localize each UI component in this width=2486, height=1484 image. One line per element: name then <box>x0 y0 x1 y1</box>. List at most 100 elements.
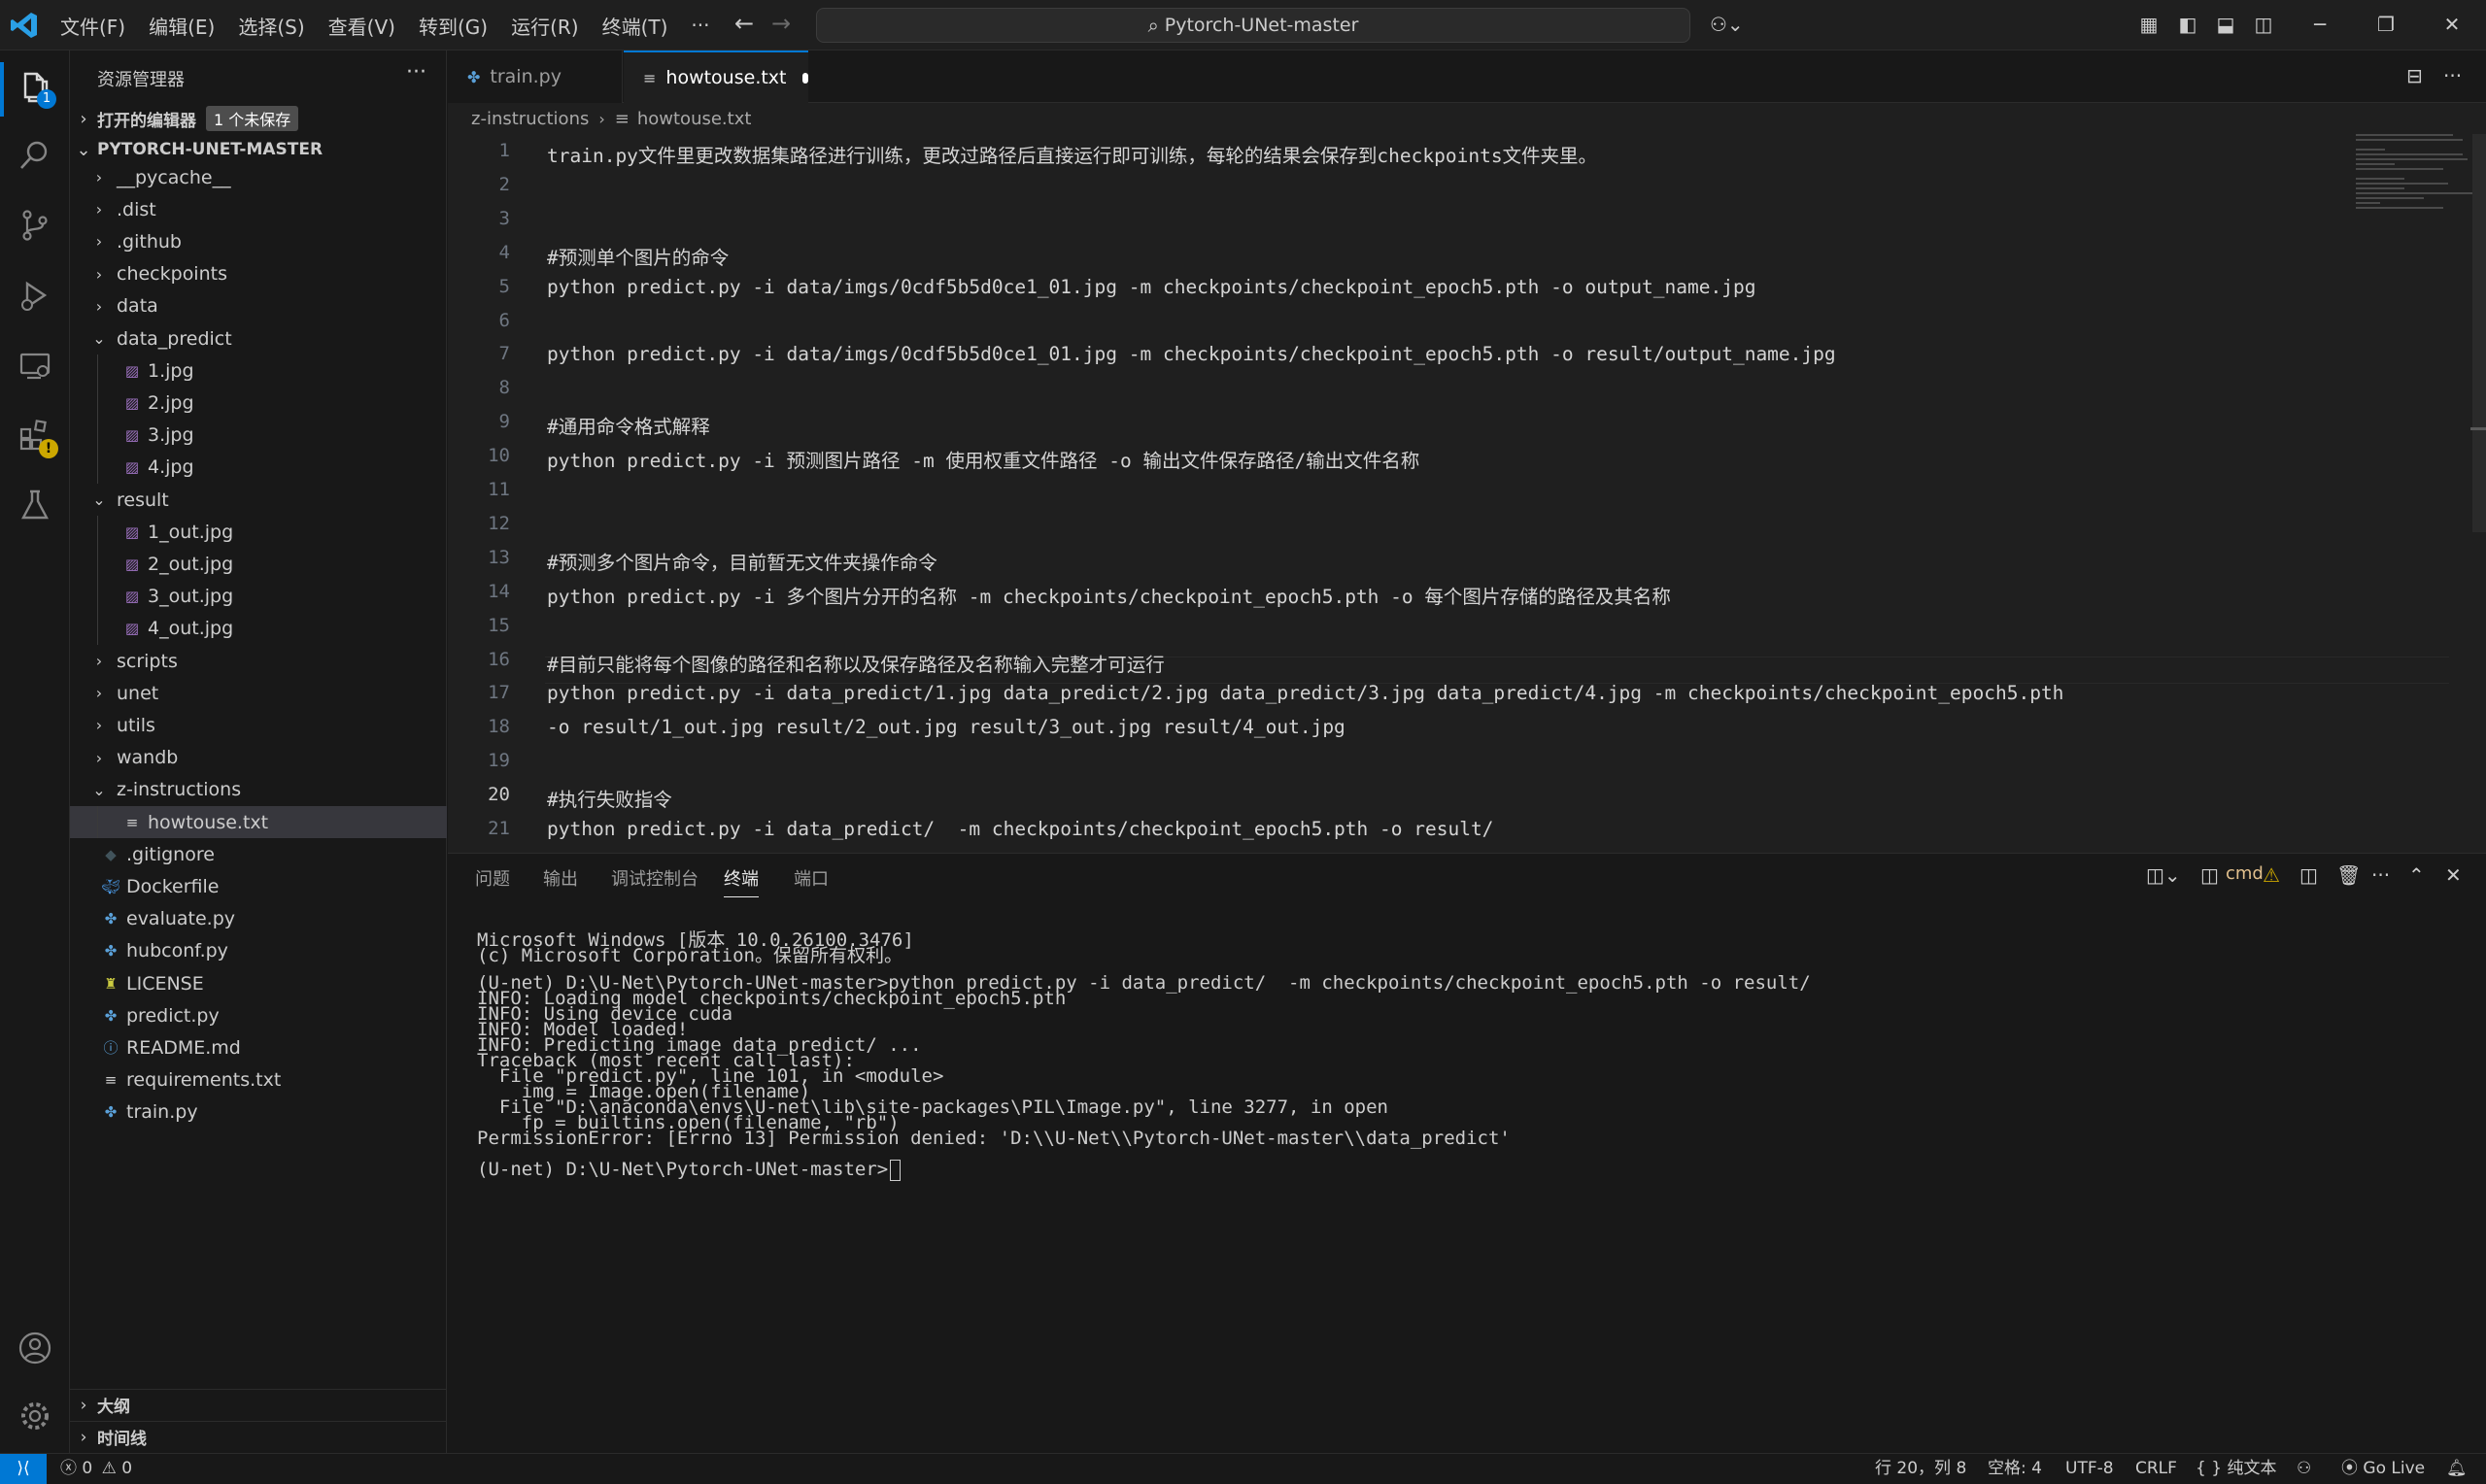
tab-debug-console[interactable]: 调试控制台 <box>611 865 698 896</box>
new-terminal-layout-icon[interactable]: ◫⌄ <box>2146 863 2181 887</box>
remote-explorer-icon[interactable] <box>16 346 54 385</box>
folder-item[interactable]: ⌄ z-instructions <box>70 774 447 806</box>
folder-item[interactable]: › unet <box>70 677 447 709</box>
back-arrow-icon[interactable]: ← <box>734 10 754 37</box>
menu-edit[interactable]: 编辑(E) <box>149 12 215 40</box>
language-mode[interactable]: { } 纯文本 <box>2196 1454 2276 1484</box>
copilot-icon[interactable]: ⚇⌄ <box>1710 13 1744 36</box>
code-editor[interactable]: 1 train.py文件里更改数据集路径进行训练，更改过路径后直接运行即可训练，每… <box>448 134 2486 853</box>
file-item[interactable]: ▨ 1_out.jpg <box>70 516 447 548</box>
file-item[interactable]: ▨ 2.jpg <box>70 387 447 419</box>
explorer-icon[interactable]: 1 <box>16 68 56 109</box>
file-item[interactable]: ▨ 4.jpg <box>70 452 447 484</box>
tab-ports[interactable]: 端口 <box>794 865 829 896</box>
notifications-bell-icon[interactable]: 🔔︎ <box>2446 1454 2468 1484</box>
menu-go[interactable]: 转到(G) <box>419 12 488 40</box>
folder-item[interactable]: › .dist <box>70 193 447 225</box>
folder-item[interactable]: › wandb <box>70 742 447 774</box>
menu-more[interactable]: ··· <box>691 14 709 37</box>
terminal-name[interactable]: cmd <box>2226 863 2264 884</box>
source-control-icon[interactable] <box>16 206 54 245</box>
minimap[interactable] <box>2356 134 2472 212</box>
file-item[interactable]: ◆ .gitignore <box>70 838 447 870</box>
file-item[interactable]: ▨ 1.jpg <box>70 354 447 387</box>
open-editors-section[interactable]: › 打开的编辑器 1 个未保存 <box>70 103 447 134</box>
menu-terminal[interactable]: 终端(T) <box>602 12 668 40</box>
file-item[interactable]: ✤ predict.py <box>70 999 447 1031</box>
close-window-icon[interactable]: ✕ <box>2440 13 2464 36</box>
file-item[interactable]: ✤ evaluate.py <box>70 903 447 935</box>
folder-item[interactable]: › data <box>70 290 447 322</box>
encoding[interactable]: UTF-8 <box>2065 1454 2114 1484</box>
file-item[interactable]: ≡ howtouse.txt <box>70 806 447 838</box>
unsaved-dot-icon[interactable] <box>801 72 808 84</box>
file-item[interactable]: ≡ requirements.txt <box>70 1064 447 1096</box>
folder-item[interactable]: ⌄ data_predict <box>70 322 447 354</box>
tab-howtouse-txt[interactable]: ≡ howtouse.txt <box>624 51 808 103</box>
toggle-primary-sidebar-icon[interactable]: ◧ <box>2176 13 2199 36</box>
forward-arrow-icon[interactable]: → <box>771 10 791 37</box>
indentation[interactable]: 空格: 4 <box>1988 1454 2042 1484</box>
line-number: 7 <box>498 343 510 365</box>
file-item[interactable]: ⓘ README.md <box>70 1031 447 1063</box>
image-file-icon: ▨ <box>124 458 140 477</box>
outline-section[interactable]: › 大纲 <box>70 1389 447 1420</box>
file-item[interactable]: ▨ 3.jpg <box>70 420 447 452</box>
folder-item[interactable]: › utils <box>70 709 447 741</box>
file-item[interactable]: 🐳︎ Dockerfile <box>70 870 447 902</box>
folder-item[interactable]: › checkpoints <box>70 258 447 290</box>
command-center-search[interactable]: ⌕ Pytorch-UNet-master <box>816 8 1690 43</box>
folder-item[interactable]: › .github <box>70 225 447 257</box>
file-item[interactable]: ✤ hubconf.py <box>70 935 447 967</box>
tab-output[interactable]: 输出 <box>543 865 578 896</box>
close-panel-icon[interactable]: ✕ <box>2445 863 2462 887</box>
cursor-position[interactable]: 行 20，列 8 <box>1875 1454 1966 1484</box>
file-item[interactable]: ▨ 4_out.jpg <box>70 613 447 645</box>
breadcrumb-file[interactable]: howtouse.txt <box>637 109 752 129</box>
menu-view[interactable]: 查看(V) <box>328 12 395 40</box>
line-ending[interactable]: CRLF <box>2135 1454 2177 1484</box>
file-item[interactable]: ▨ 2_out.jpg <box>70 548 447 580</box>
remote-indicator-icon[interactable]: ⟩⟨ <box>0 1454 47 1484</box>
kill-terminal-trash-icon[interactable]: 🗑 <box>2336 863 2361 887</box>
restore-icon[interactable]: ❐ <box>2374 13 2398 36</box>
customize-layout-icon[interactable]: ▦ <box>2137 13 2161 36</box>
panel-more-icon[interactable]: ··· <box>2371 863 2390 887</box>
tab-terminal[interactable]: 终端 <box>724 865 759 897</box>
scrollbar-thumb[interactable] <box>2472 134 2486 532</box>
bottom-panel: 问题 输出 调试控制台 终端 端口 ◫⌄ ◫ cmd ⚠ ◫ 🗑 ··· ⌃ ✕… <box>448 853 2486 1453</box>
accounts-icon[interactable] <box>16 1329 54 1367</box>
timeline-section[interactable]: › 时间线 <box>70 1421 447 1452</box>
chevron-down-icon: ⌄ <box>92 490 106 509</box>
editor-more-icon[interactable]: ··· <box>2443 64 2462 87</box>
more-actions-icon[interactable]: ··· <box>406 60 426 84</box>
settings-gear-icon[interactable] <box>16 1397 54 1435</box>
split-editor-icon[interactable]: ⊟ <box>2406 64 2423 87</box>
split-terminal-icon[interactable]: ◫ <box>2299 863 2318 887</box>
folder-item[interactable]: › scripts <box>70 645 447 677</box>
menu-run[interactable]: 运行(R) <box>511 12 579 40</box>
go-live[interactable]: ⦿ Go Live <box>2341 1454 2425 1484</box>
problems-status[interactable]: ⓧ 0 ⚠ 0 <box>60 1454 132 1484</box>
run-debug-icon[interactable] <box>16 276 54 315</box>
breadcrumb-folder[interactable]: z-instructions <box>471 109 589 129</box>
terminal-split-icon[interactable]: ◫ <box>2200 863 2219 887</box>
search-view-icon[interactable] <box>16 136 54 175</box>
file-item[interactable]: ▨ 3_out.jpg <box>70 581 447 613</box>
folder-item[interactable]: › __pycache__ <box>70 161 447 193</box>
editor-scrollbar[interactable] <box>2469 134 2486 853</box>
file-item[interactable]: ♜ LICENSE <box>70 967 447 999</box>
copilot-status-icon[interactable]: ⚇ <box>2297 1454 2311 1484</box>
testing-icon[interactable] <box>16 486 54 524</box>
tab-train-py[interactable]: ✤ train.py <box>448 51 623 103</box>
extensions-icon[interactable]: ! <box>16 416 58 458</box>
toggle-secondary-sidebar-icon[interactable]: ◫ <box>2252 13 2275 36</box>
toggle-panel-icon[interactable]: ⬓ <box>2214 13 2237 36</box>
file-item[interactable]: ✤ train.py <box>70 1096 447 1129</box>
menu-file[interactable]: 文件(F) <box>60 12 125 40</box>
minimize-icon[interactable]: ─ <box>2308 13 2332 36</box>
maximize-panel-chevron-up-icon[interactable]: ⌃ <box>2408 863 2425 887</box>
menu-selection[interactable]: 选择(S) <box>238 12 304 40</box>
folder-item[interactable]: ⌄ result <box>70 484 447 516</box>
tab-problems[interactable]: 问题 <box>475 865 510 896</box>
